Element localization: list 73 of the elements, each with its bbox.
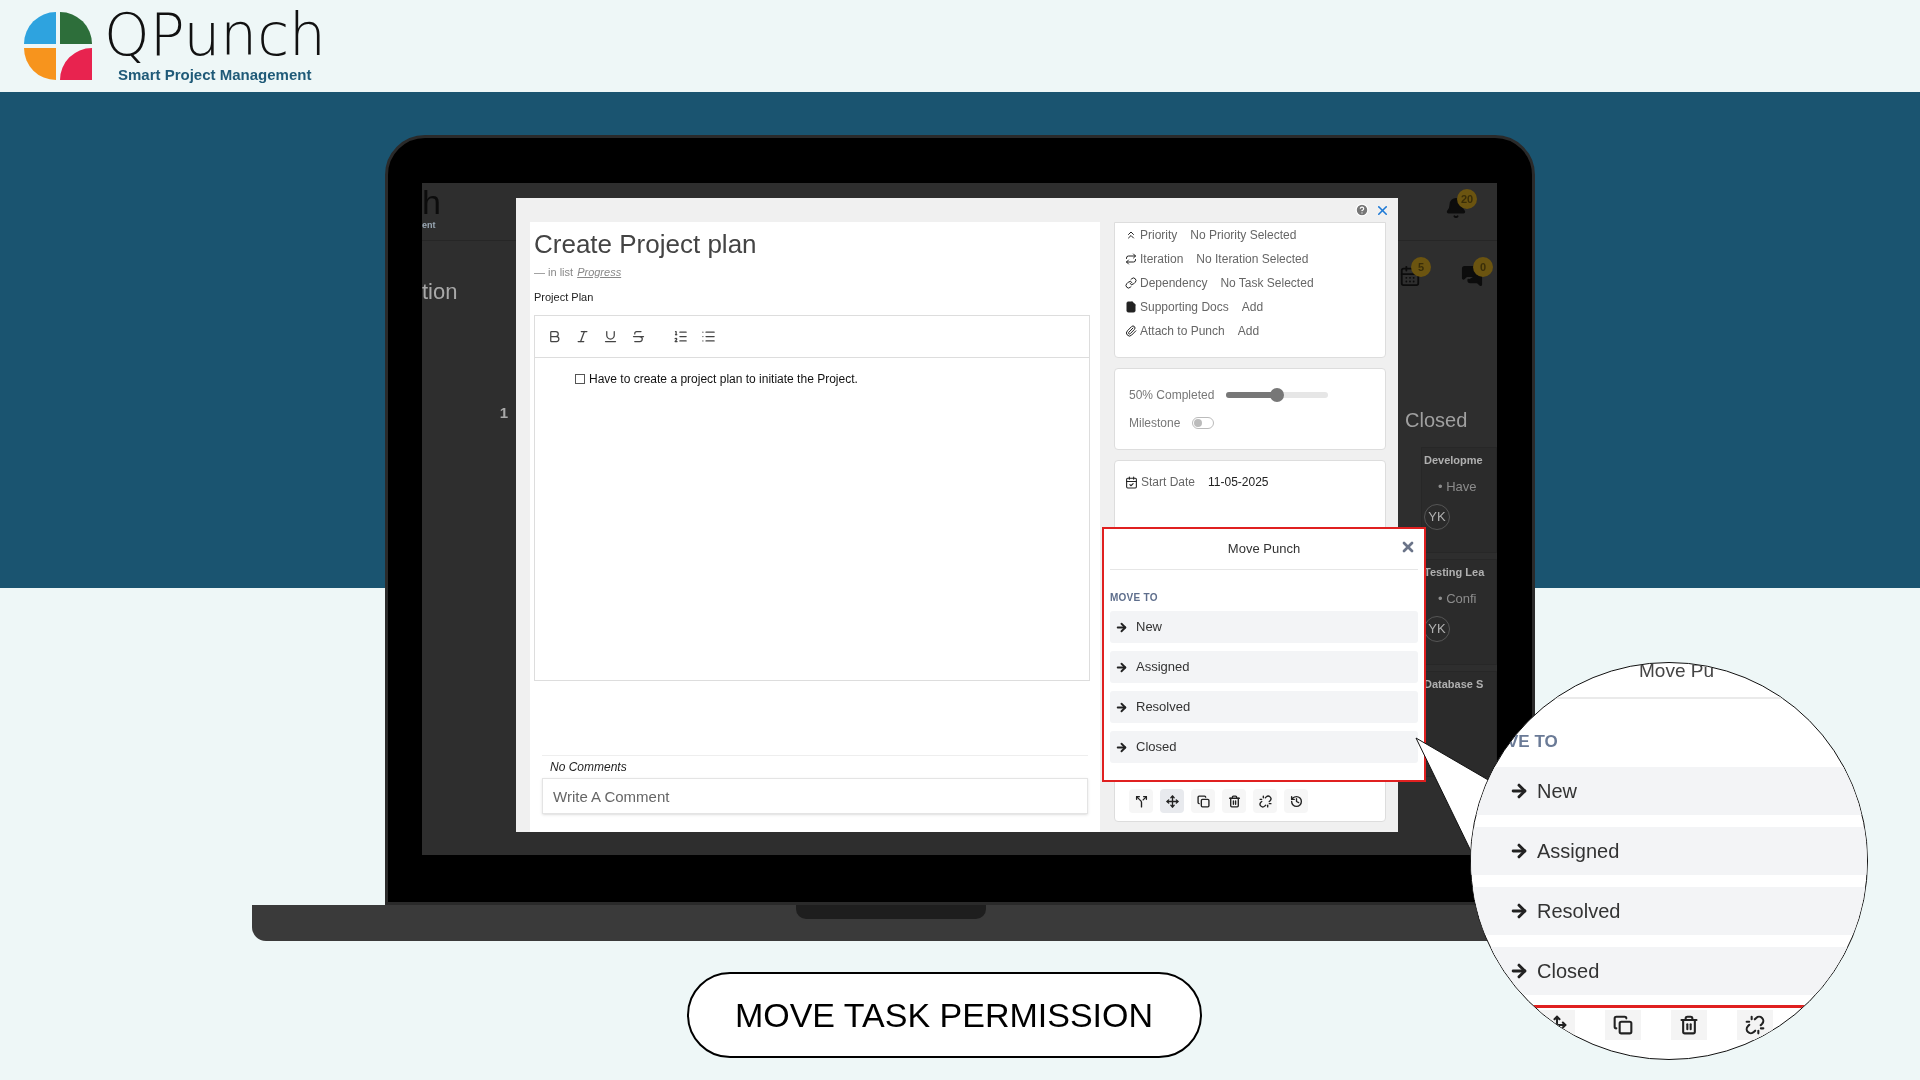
- detail-value[interactable]: No Task Selected: [1220, 274, 1314, 292]
- branch-icon[interactable]: [1129, 789, 1153, 813]
- unlink-icon: [1737, 1009, 1773, 1040]
- milestone-toggle[interactable]: [1192, 417, 1215, 429]
- unlink-icon[interactable]: [1253, 789, 1277, 813]
- help-icon[interactable]: [1355, 203, 1369, 217]
- list-link[interactable]: Progress: [577, 264, 622, 281]
- progress-label: 50% Completed: [1129, 387, 1215, 404]
- checkbox[interactable]: [575, 374, 585, 384]
- copy-icon: [1605, 1009, 1641, 1040]
- move-target[interactable]: Assigned: [1110, 651, 1418, 683]
- date-label: Start Date: [1141, 474, 1196, 491]
- task-card[interactable]: Developme • Have YK: [1421, 447, 1497, 553]
- description-label: Project Plan: [534, 289, 595, 305]
- logo-icon: [22, 10, 94, 82]
- progress-slider[interactable]: [1226, 388, 1329, 402]
- date-value: 11-05-2025: [1208, 474, 1269, 491]
- list-prefix: — in list: [534, 265, 574, 280]
- arrow-icon: [1115, 740, 1128, 754]
- move-target: Assigned: [1471, 826, 1867, 875]
- bold-icon[interactable]: [547, 329, 562, 344]
- chevrons-up-icon: [1125, 229, 1137, 241]
- milestone-label: Milestone: [1129, 415, 1181, 432]
- detail-value[interactable]: No Priority Selected: [1190, 226, 1297, 244]
- detail-value[interactable]: No Iteration Selected: [1196, 250, 1309, 268]
- comments-status: No Comments: [550, 759, 628, 776]
- repeat-icon: [1125, 253, 1137, 265]
- trash-icon: [1671, 1009, 1707, 1040]
- arrow-icon: [1115, 700, 1128, 714]
- section-label: MOVE TO: [1110, 591, 1159, 605]
- underline-icon[interactable]: [603, 329, 618, 344]
- column-title: Closed: [1405, 408, 1469, 433]
- card-title: Developme: [1424, 453, 1484, 468]
- copy-icon[interactable]: [1191, 789, 1215, 813]
- detail-label: Dependency: [1140, 275, 1208, 292]
- trash-icon[interactable]: [1222, 789, 1246, 813]
- card-item: • Confi: [1438, 589, 1478, 608]
- move-icon[interactable]: [1160, 789, 1184, 813]
- tagline-fragment: ent: [422, 219, 437, 232]
- brand-name: QPunch: [104, 5, 326, 64]
- arrow-icon: [1115, 620, 1128, 634]
- column-count: 1: [499, 403, 508, 423]
- popup-title: Move Punch: [1227, 540, 1301, 559]
- comment-field[interactable]: Write A Comment: [542, 778, 1088, 814]
- page-heading: tion: [422, 278, 459, 306]
- rich-text-editor[interactable]: Have to create a project plan to initiate the Project.: [534, 315, 1090, 681]
- detail-label: Supporting Docs: [1140, 299, 1229, 316]
- detail-label: Attach to Punch: [1140, 323, 1225, 340]
- move-target[interactable]: Resolved: [1110, 691, 1418, 723]
- checklist-text: Have to create a project plan to initiate the Project.: [589, 371, 858, 388]
- bullet-list-icon[interactable]: [701, 329, 716, 344]
- calendar-check-icon: [1125, 475, 1138, 489]
- card-item: • Have: [1438, 477, 1478, 496]
- move-target[interactable]: New: [1110, 611, 1418, 643]
- brand-tagline: Smart Project Management: [118, 64, 313, 85]
- detail-value[interactable]: Add: [1237, 322, 1260, 340]
- caption-banner: MOVE TASK PERMISSION: [686, 972, 1202, 1058]
- move-target: Resolved: [1471, 886, 1867, 935]
- history-icon[interactable]: [1284, 789, 1308, 813]
- detail-value[interactable]: Add: [1241, 298, 1264, 316]
- arrow-icon: [1115, 660, 1128, 674]
- card-title: Testing Lea: [1424, 565, 1486, 580]
- numbered-list-icon[interactable]: [673, 329, 688, 344]
- italic-icon[interactable]: [575, 329, 590, 344]
- file-icon: [1125, 301, 1137, 313]
- task-title: Create Project plan: [534, 228, 758, 261]
- strikethrough-icon[interactable]: [631, 329, 646, 344]
- paperclip-icon: [1125, 325, 1137, 337]
- detail-label: Priority: [1140, 227, 1178, 244]
- detail-label: Iteration: [1140, 251, 1184, 268]
- close-icon[interactable]: [1400, 539, 1416, 555]
- link-icon: [1125, 277, 1137, 289]
- move-target[interactable]: Closed: [1110, 731, 1418, 763]
